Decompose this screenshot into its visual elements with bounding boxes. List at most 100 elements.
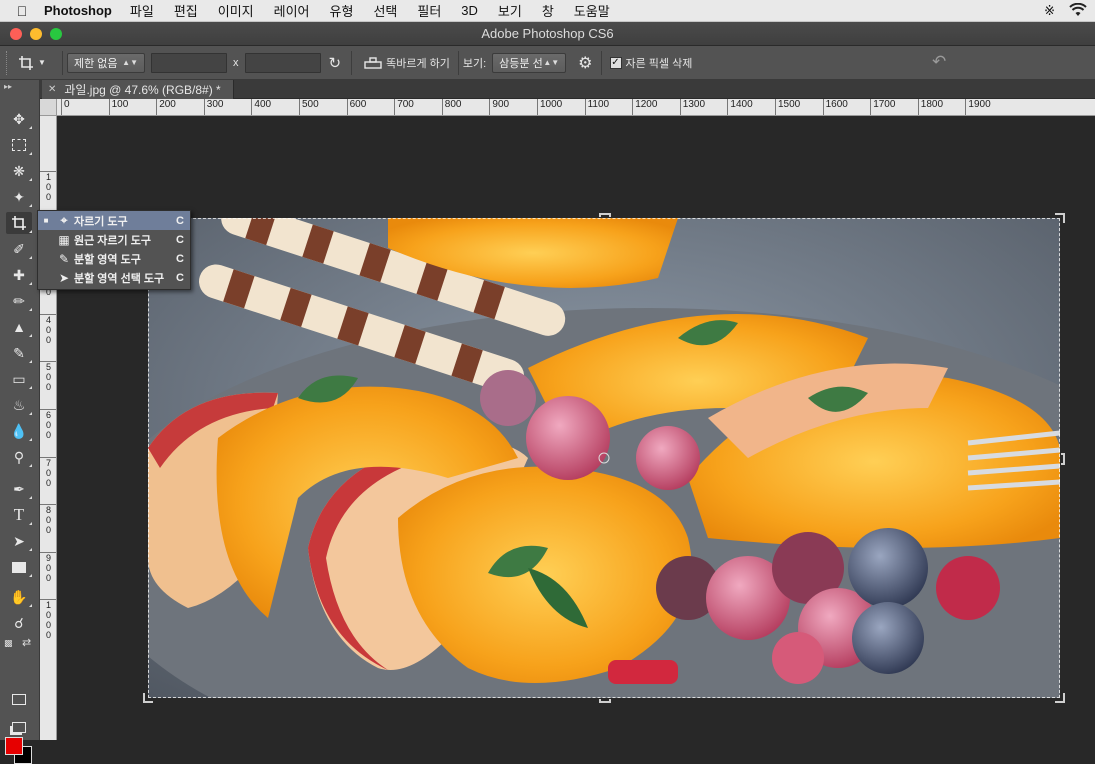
pen-tool-icon[interactable]: ✒ [6, 478, 32, 500]
ruler-tick: 1000 [537, 99, 562, 115]
level-icon [364, 56, 382, 69]
document-tab-label: 과일.jpg @ 47.6% (RGB/8#) * [64, 83, 221, 97]
overlay-view-dropdown[interactable]: 삼등분 선 ▲▼ [492, 52, 567, 73]
chevron-down-icon: ▼ [38, 58, 46, 67]
ruler-tick: 0 [61, 99, 70, 115]
wifi-icon[interactable] [1069, 2, 1087, 20]
gear-icon[interactable]: ⚙ [578, 53, 592, 73]
height-input[interactable] [244, 52, 321, 73]
zoom-tool-icon[interactable]: ☌ [6, 612, 32, 634]
hand-tool-icon[interactable]: ✋ [6, 586, 32, 608]
menu-filter[interactable]: 필터 [417, 1, 441, 20]
eraser-tool-icon[interactable]: ▭ [6, 368, 32, 390]
options-grip[interactable] [6, 50, 14, 75]
selected-bullet-icon: ■ [43, 216, 49, 225]
healing-brush-tool-icon[interactable]: ✚ [6, 264, 32, 286]
crop-handle-right[interactable] [1061, 453, 1065, 465]
ruler-tick: 400 [251, 99, 271, 115]
flyout-item-slice[interactable]: ✎ 분할 영역 도구 C [38, 249, 190, 268]
perspective-crop-icon: ▦ [58, 232, 70, 247]
menu-type[interactable]: 유형 [330, 1, 354, 20]
lasso-tool-icon[interactable]: ❋ [6, 160, 32, 182]
ruler-tick: 500 [299, 99, 319, 115]
ruler-tick: 4 0 0 [40, 313, 56, 345]
ruler-tick: 700 [394, 99, 414, 115]
ruler-tick: 1600 [822, 99, 848, 115]
crop-tool-flyout: ■ ⌖ 자르기 도구 C ▦ 원근 자르기 도구 C ✎ 분할 영역 도구 C … [37, 210, 191, 290]
default-colors-icon[interactable]: ▩ [4, 638, 13, 649]
rectangle-tool-icon[interactable] [6, 556, 32, 578]
marquee-tool-icon[interactable] [6, 134, 32, 156]
crop-handle-bottom[interactable] [599, 699, 611, 703]
menu-help[interactable]: 도움말 [574, 1, 610, 20]
slice-icon: ✎ [58, 251, 70, 266]
ruler-tick: 600 [346, 99, 366, 115]
delete-cropped-pixels-checkbox[interactable]: ✓ [609, 56, 622, 69]
document-tab-bar: ✕ 과일.jpg @ 47.6% (RGB/8#) * [40, 80, 1095, 99]
options-divider [457, 50, 459, 75]
quick-mask-icon[interactable] [6, 688, 32, 710]
document-tab[interactable]: ✕ 과일.jpg @ 47.6% (RGB/8#) * [42, 80, 234, 99]
options-divider [62, 50, 63, 75]
close-tab-icon[interactable]: ✕ [48, 84, 56, 95]
tools-panel: ▸▸ ✥ ❋ ✦ ✐ ✚ ✏ ▲ ✎ ▭ ♨ 💧 ⚲ ✒ T ➤ ✋ ☌ ▩ ⇄ [0, 80, 40, 764]
mac-menubar:  Photoshop 파일 편집 이미지 레이어 유형 선택 필터 3D 보기… [0, 0, 1095, 22]
paint-bucket-tool-icon[interactable]: ♨ [6, 394, 32, 416]
flyout-item-label: 원근 자르기 도구 [74, 234, 151, 247]
path-selection-tool-icon[interactable]: ➤ [6, 530, 32, 552]
document-canvas[interactable] [57, 116, 1095, 740]
move-tool-icon[interactable]: ✥ [6, 108, 32, 130]
tool-preset-picker[interactable]: ▼ [14, 55, 58, 71]
screen-mode-icon[interactable] [6, 716, 32, 738]
flyout-item-crop[interactable]: ■ ⌖ 자르기 도구 C [38, 211, 190, 230]
menu-file[interactable]: 파일 [130, 1, 154, 20]
apple-menu-icon[interactable]:  [0, 3, 44, 19]
menu-view[interactable]: 보기 [498, 1, 522, 20]
ruler-tick: 1500 [775, 99, 800, 115]
menu-layer[interactable]: 레이어 [274, 1, 310, 20]
dodge-tool-icon[interactable]: ⚲ [6, 446, 32, 468]
flyout-item-slice-select[interactable]: ➤ 분할 영역 선택 도구 C [38, 268, 190, 287]
straighten-label: 똑바르게 하기 [386, 57, 450, 70]
reset-icon[interactable]: ↶ [932, 52, 946, 72]
crop-tool-icon[interactable] [6, 212, 32, 234]
flyout-item-perspective-crop[interactable]: ▦ 원근 자르기 도구 C [38, 230, 190, 249]
crop-handle-top[interactable] [599, 213, 611, 217]
stamp-tool-icon[interactable]: ▲ [6, 316, 32, 338]
type-tool-icon[interactable]: T [6, 504, 32, 526]
flyout-item-label: 자르기 도구 [74, 215, 128, 228]
ruler-tick: 1900 [965, 99, 991, 115]
menu-select[interactable]: 선택 [373, 1, 397, 20]
horizontal-ruler[interactable]: 0 100 200 300 400 500 600 700 800 900 1000 1100 1200… [57, 99, 1095, 116]
expand-panel-icon[interactable]: ▸▸ [4, 82, 12, 91]
ruler-tick: 1700 [870, 99, 895, 115]
swap-colors-icon[interactable]: ⇄ [22, 636, 31, 649]
ruler-tick: 1200 [632, 99, 657, 115]
swap-dimensions-icon[interactable]: ↻ [329, 54, 342, 72]
eyedropper-tool-icon[interactable]: ✐ [6, 238, 32, 260]
menu-3d[interactable]: 3D [461, 3, 478, 18]
app-menu[interactable]: Photoshop [44, 3, 112, 18]
window-title: Adobe Photoshop CS6 [481, 26, 614, 41]
magic-wand-tool-icon[interactable]: ✦ [6, 186, 32, 208]
crop-icon: ⌖ [60, 213, 68, 227]
flyout-item-label: 분할 영역 도구 [74, 253, 141, 266]
ruler-tick: 900 [489, 99, 509, 115]
flyout-item-shortcut: C [176, 233, 184, 246]
flyout-item-shortcut: C [176, 252, 184, 265]
bluetooth-icon[interactable]: ※ [1044, 3, 1055, 19]
straighten-button[interactable]: 똑바르게 하기 [360, 55, 454, 71]
delete-cropped-pixels-option[interactable]: ✓ 자른 픽셀 삭제 [606, 55, 697, 71]
ruler-origin[interactable] [40, 99, 57, 116]
history-brush-tool-icon[interactable]: ✎ [6, 342, 32, 364]
brush-tool-icon[interactable]: ✏ [6, 290, 32, 312]
crop-icon [19, 55, 33, 70]
menu-window[interactable]: 창 [542, 1, 554, 20]
ruler-tick: 100 [108, 99, 128, 115]
aspect-ratio-dropdown[interactable]: 제한 없음 ▲▼ [67, 52, 145, 73]
menu-edit[interactable]: 편집 [174, 1, 198, 20]
menu-image[interactable]: 이미지 [218, 1, 254, 20]
blur-tool-icon[interactable]: 💧 [6, 420, 32, 442]
width-input[interactable] [151, 52, 227, 73]
updown-arrows-icon: ▲▼ [122, 58, 138, 67]
